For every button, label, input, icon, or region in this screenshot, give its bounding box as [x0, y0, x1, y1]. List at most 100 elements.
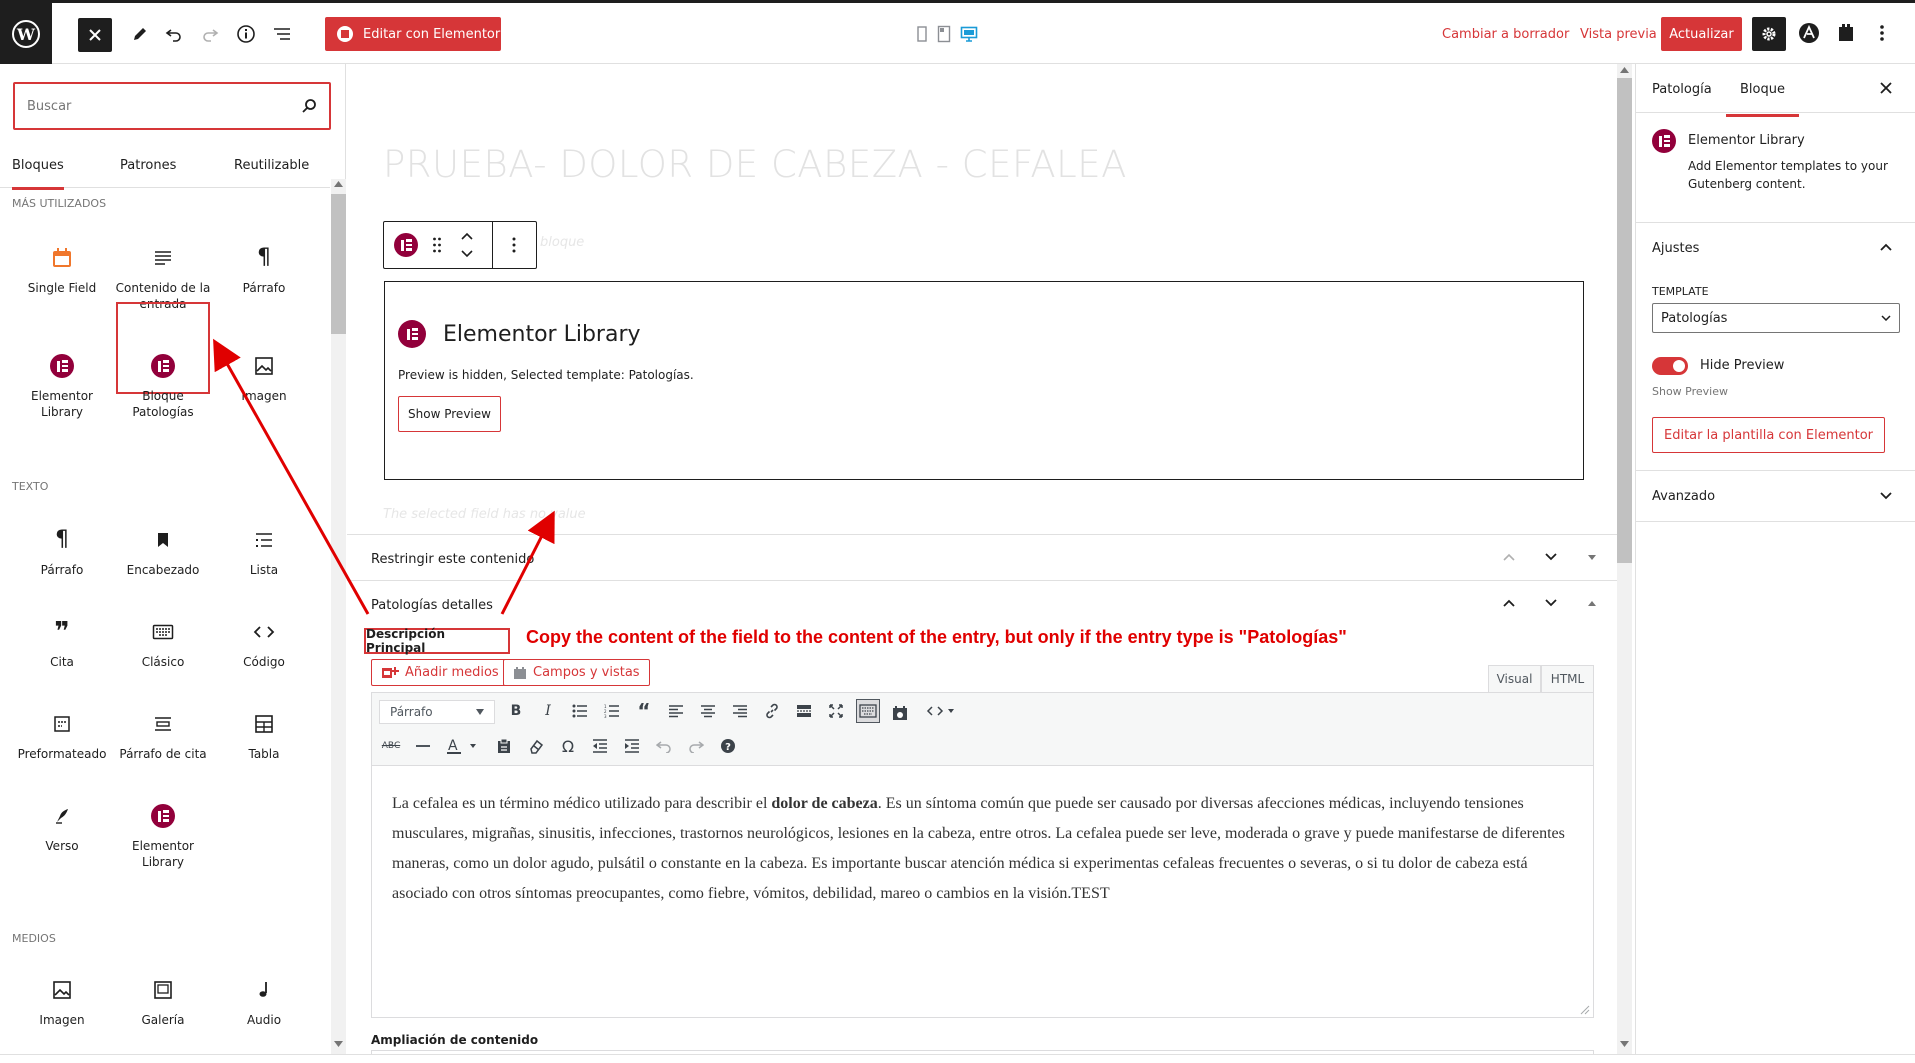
strikethrough-icon[interactable]: ABC: [379, 734, 403, 758]
fullscreen-icon[interactable]: [824, 699, 848, 723]
settings-panel-title[interactable]: Ajustes: [1652, 241, 1699, 256]
block-search-input[interactable]: [27, 98, 301, 114]
close-inserter-button[interactable]: [78, 18, 112, 52]
inserter-search[interactable]: [13, 82, 331, 130]
options-menu-icon[interactable]: [1866, 17, 1898, 49]
scroll-up-icon[interactable]: [1620, 67, 1629, 73]
redo-editor-icon[interactable]: [684, 734, 708, 758]
scroll-down-icon[interactable]: [334, 1041, 343, 1047]
tab-blocks[interactable]: Bloques: [12, 158, 64, 190]
format-select[interactable]: Párrafo: [379, 700, 495, 724]
resize-handle-icon[interactable]: [1580, 1005, 1590, 1015]
edit-with-elementor-button[interactable]: Editar con Elementor: [325, 17, 501, 51]
block-table[interactable]: Tabla: [216, 710, 312, 762]
block-verse[interactable]: Verso: [14, 802, 110, 854]
read-more-icon[interactable]: [792, 699, 816, 723]
chevron-up-icon[interactable]: [1502, 552, 1516, 562]
block-single-field[interactable]: Single Field: [14, 244, 110, 296]
clear-formatting-icon[interactable]: [524, 734, 548, 758]
advanced-panel-title[interactable]: Avanzado: [1652, 489, 1715, 504]
tab-html[interactable]: HTML: [1541, 665, 1594, 693]
template-select[interactable]: Patologías: [1652, 303, 1900, 333]
editor-content[interactable]: La cefalea es un término médico utilizad…: [392, 789, 1572, 909]
block-type-button[interactable]: [394, 233, 418, 257]
undo-editor-icon[interactable]: [652, 734, 676, 758]
bullet-list-icon[interactable]: [568, 699, 592, 723]
tab-patterns[interactable]: Patrones: [120, 158, 176, 173]
drag-handle-icon[interactable]: [432, 236, 442, 254]
align-left-icon[interactable]: [664, 699, 688, 723]
move-up-down-icon[interactable]: [460, 230, 474, 260]
chevron-down-icon[interactable]: [1544, 598, 1558, 608]
help-icon[interactable]: ?: [716, 734, 740, 758]
chevron-down-icon[interactable]: [1544, 552, 1558, 562]
pencil-icon[interactable]: [124, 18, 156, 50]
block-elementor-library-text[interactable]: Elementor Library: [115, 802, 211, 870]
toolbar-toggle-icon[interactable]: [856, 699, 880, 723]
post-title[interactable]: PRUEBA- DOLOR DE CABEZA - CEFALEA: [383, 143, 1127, 186]
text-color-icon[interactable]: A: [443, 734, 483, 758]
italic-icon[interactable]: I: [536, 699, 560, 723]
show-preview-button[interactable]: Show Preview: [398, 396, 501, 432]
wordpress-logo-icon[interactable]: W: [0, 3, 52, 64]
paste-text-icon[interactable]: [492, 734, 516, 758]
astra-logo-icon[interactable]: [1793, 17, 1825, 49]
plugin-icon[interactable]: [1830, 17, 1862, 49]
edit-template-button[interactable]: Editar la plantilla con Elementor: [1652, 417, 1886, 453]
block-audio[interactable]: Audio: [216, 976, 312, 1028]
block-elementor-library[interactable]: Elementor Library: [14, 352, 110, 420]
preview-link[interactable]: Vista previa: [1580, 27, 1657, 42]
metabox-patologias-title[interactable]: Patologías detalles: [371, 598, 493, 613]
block-image[interactable]: Imagen: [216, 352, 312, 404]
chevron-up-icon[interactable]: [1502, 598, 1516, 608]
settings-button[interactable]: [1752, 17, 1786, 51]
toggle-panel-icon[interactable]: [1587, 554, 1597, 561]
block-paragraph[interactable]: ¶ Párrafo: [216, 244, 312, 296]
block-list[interactable]: Lista: [216, 526, 312, 578]
blockquote-icon[interactable]: “: [632, 699, 656, 723]
tab-document[interactable]: Patología: [1652, 82, 1712, 97]
indent-icon[interactable]: [620, 734, 644, 758]
scroll-down-icon[interactable]: [1620, 1041, 1629, 1047]
special-character-icon[interactable]: Ω: [556, 734, 580, 758]
list-view-icon[interactable]: [266, 18, 298, 50]
advanced-panel[interactable]: Avanzado: [1636, 470, 1915, 522]
block-paragraph-text[interactable]: ¶ Párrafo: [14, 526, 110, 578]
block-heading[interactable]: Encabezado: [115, 526, 211, 578]
metabox-restrict-title[interactable]: Restringir este contenido: [371, 552, 534, 567]
code-dropdown-icon[interactable]: [922, 699, 962, 723]
add-media-button[interactable]: Añadir medios: [371, 659, 509, 686]
block-options-icon[interactable]: [511, 236, 517, 254]
block-pullquote[interactable]: Párrafo de cita: [115, 710, 211, 762]
align-center-icon[interactable]: [696, 699, 720, 723]
inserter-scroll-thumb[interactable]: [331, 194, 346, 334]
bold-icon[interactable]: B: [504, 699, 528, 723]
scroll-up-icon[interactable]: [334, 181, 343, 187]
undo-icon[interactable]: [158, 18, 190, 50]
block-quote[interactable]: ❞ Cita: [14, 618, 110, 670]
calendar-view-icon[interactable]: [888, 701, 912, 725]
block-code[interactable]: Código: [216, 618, 312, 670]
redo-icon[interactable]: [194, 18, 226, 50]
numbered-list-icon[interactable]: 123: [600, 699, 624, 723]
align-right-icon[interactable]: [728, 699, 752, 723]
desktop-preview-icon[interactable]: [953, 18, 985, 50]
tab-block[interactable]: Bloque: [1726, 82, 1799, 117]
close-icon[interactable]: [1880, 82, 1892, 94]
block-image-media[interactable]: Imagen: [14, 976, 110, 1028]
chevron-up-icon[interactable]: [1880, 243, 1892, 251]
block-classic[interactable]: Clásico: [115, 618, 211, 670]
tab-visual[interactable]: Visual: [1488, 665, 1541, 693]
update-button[interactable]: Actualizar: [1661, 17, 1742, 51]
editor-scroll-thumb[interactable]: [1617, 78, 1632, 563]
block-gallery[interactable]: Galería: [115, 976, 211, 1028]
link-icon[interactable]: [760, 699, 784, 723]
switch-to-draft-link[interactable]: Cambiar a borrador: [1442, 27, 1569, 42]
tab-reusable[interactable]: Reutilizable: [234, 158, 309, 173]
hide-preview-toggle[interactable]: [1652, 357, 1688, 375]
outdent-icon[interactable]: [588, 734, 612, 758]
info-icon[interactable]: [230, 18, 262, 50]
toggle-panel-icon[interactable]: [1587, 600, 1597, 607]
block-preformatted[interactable]: Preformateado: [14, 710, 110, 762]
horizontal-rule-icon[interactable]: [411, 734, 435, 758]
